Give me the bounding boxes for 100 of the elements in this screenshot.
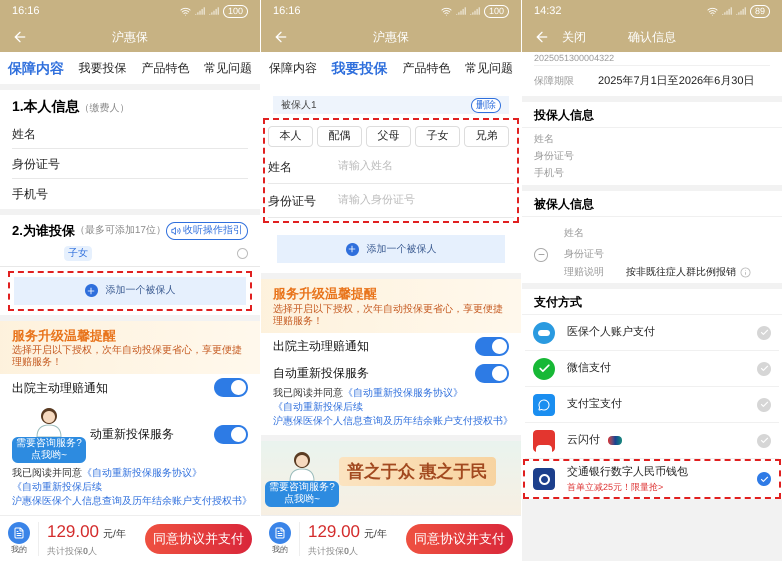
- toggle-label: 自动重新投保服务: [273, 365, 370, 382]
- radio-button[interactable]: [237, 248, 248, 258]
- guide-button[interactable]: 收听操作指引: [166, 222, 248, 240]
- payment-label: 云闪付: [567, 433, 600, 448]
- add-insured-button[interactable]: 添加一个被保人: [14, 276, 246, 304]
- collapse-icon[interactable]: [534, 248, 548, 262]
- back-icon[interactable]: [534, 29, 550, 45]
- field-value: 2025年7月1日至2026年6月30日: [598, 74, 755, 89]
- payment-option[interactable]: 交通银行数字人民币钱包 首单立减25元！限量抢>: [525, 461, 779, 497]
- mine-label[interactable]: 我的: [272, 544, 288, 556]
- agreement-link[interactable]: 《自动重新投保后续: [12, 482, 102, 493]
- back-icon[interactable]: [273, 29, 289, 45]
- tab[interactable]: 保障内容: [8, 58, 64, 78]
- insured-count: 共计投保0人: [47, 544, 98, 558]
- agreement-link[interactable]: 《自动重新投保服务协议》: [82, 468, 202, 479]
- bank-icon: [533, 468, 555, 490]
- page-title: 确认信息: [628, 29, 676, 46]
- toggle-switch[interactable]: [475, 336, 509, 356]
- payment-option[interactable]: 微信支付: [525, 351, 779, 387]
- tab[interactable]: 产品特色: [402, 59, 450, 77]
- document-icon[interactable]: [269, 522, 291, 544]
- assistant-bubble[interactable]: 需要咨询服务? 点我哟~: [265, 480, 339, 506]
- assistant-text: 需要咨询服务?: [269, 482, 335, 494]
- insured-label: 被保人1: [281, 98, 317, 112]
- check-icon[interactable]: [757, 472, 771, 486]
- wifi-icon: [440, 6, 452, 16]
- relation-chip[interactable]: 本人: [268, 126, 313, 147]
- check-icon[interactable]: [757, 434, 771, 448]
- payment-option[interactable]: 云闪付: [525, 423, 779, 459]
- speaker-icon: [171, 226, 181, 236]
- relation-chip[interactable]: 配偶: [317, 126, 362, 147]
- tab[interactable]: 常见问题: [464, 59, 513, 77]
- pay-button[interactable]: 同意协议并支付: [406, 524, 513, 554]
- reminder-title: 服务升级温馨提醒: [273, 285, 378, 303]
- delete-button[interactable]: 删除: [471, 98, 501, 112]
- field-label: 姓名: [268, 158, 293, 176]
- check-icon[interactable]: [757, 362, 771, 376]
- field-label: 身份证号: [12, 156, 60, 172]
- payment-label: 微信支付: [567, 361, 611, 376]
- signal-icon: [470, 6, 480, 16]
- signal-icon: [208, 6, 219, 16]
- battery-level: 89: [750, 4, 770, 18]
- input-field[interactable]: 请输入身份证号: [338, 192, 514, 209]
- tab[interactable]: 我要投保: [332, 58, 388, 78]
- tab[interactable]: 保障内容: [269, 59, 317, 77]
- field-label: 姓名: [564, 228, 584, 239]
- payment-app-icon: [533, 430, 555, 452]
- check-icon[interactable]: [757, 398, 771, 412]
- assistant-bubble[interactable]: 需要咨询服务? 点我哟~: [12, 437, 86, 463]
- assistant-avatar-icon[interactable]: [34, 405, 64, 437]
- field-label: 理赔说明: [564, 266, 605, 280]
- field-label: 身份证号: [534, 150, 575, 164]
- section-heading: 2.为谁投保: [12, 222, 75, 240]
- relation-chip[interactable]: 子女: [415, 126, 460, 147]
- section-heading: 支付方式: [534, 294, 582, 310]
- agreement-link[interactable]: 沪惠保医保个人信息查询及历年结余账户支付授权书》: [273, 416, 513, 426]
- agreement-text: 我已阅读并同意: [273, 388, 343, 398]
- add-insured-button[interactable]: 添加一个被保人: [277, 235, 505, 263]
- relation-chip[interactable]: 父母: [366, 126, 411, 147]
- toggle-label: 出院主动理赔通知: [273, 338, 370, 355]
- price: 129.00: [47, 521, 99, 543]
- field-label: 手机号: [534, 166, 565, 181]
- medical-insurance-icon: [533, 322, 555, 344]
- payment-option[interactable]: 支付宝支付: [525, 387, 779, 423]
- price-unit: 元/年: [364, 528, 387, 542]
- tab[interactable]: 产品特色: [141, 59, 190, 77]
- agreement-link[interactable]: 《自动重新投保服务协议》: [343, 388, 463, 398]
- agreement-link[interactable]: 《自动重新投保后续: [273, 402, 363, 412]
- order-number: 2025051300004322: [534, 52, 614, 65]
- info-icon[interactable]: [740, 267, 751, 278]
- tab[interactable]: 我要投保: [78, 59, 127, 77]
- field-label: 手机号: [12, 186, 48, 203]
- assistant-text: 点我哟~: [31, 450, 67, 462]
- pay-button[interactable]: 同意协议并支付: [145, 524, 252, 554]
- signal-icon: [456, 6, 466, 16]
- input-field[interactable]: 请输入姓名: [338, 158, 514, 175]
- toggle-switch[interactable]: [475, 364, 509, 382]
- toggle-switch[interactable]: [214, 378, 248, 397]
- price: 129.00: [308, 521, 360, 543]
- battery-level: 100: [484, 4, 509, 18]
- reminder-title: 服务升级温馨提醒: [12, 326, 117, 344]
- member-tag: 子女: [64, 246, 92, 260]
- field-value: 按非既往症人群比例报销: [626, 266, 736, 280]
- payment-option[interactable]: 医保个人账户支付: [525, 315, 779, 351]
- field-label: 身份证号: [564, 248, 604, 262]
- tab[interactable]: 常见问题: [204, 59, 252, 77]
- relation-chip[interactable]: 兄弟: [464, 126, 509, 147]
- toggle-switch[interactable]: [214, 424, 248, 444]
- price-unit: 元/年: [103, 528, 126, 542]
- payment-label: 医保个人账户支付: [567, 324, 655, 340]
- payment-label: 支付宝支付: [567, 396, 622, 412]
- check-icon[interactable]: [757, 326, 771, 340]
- field-label: 姓名: [12, 126, 36, 142]
- mine-label[interactable]: 我的: [11, 544, 27, 556]
- agreement-link[interactable]: 沪惠保医保个人信息查询及历年结余账户支付授权书》: [12, 496, 252, 507]
- back-icon[interactable]: [12, 29, 28, 45]
- field-label: 保障期限: [534, 74, 574, 88]
- signal-icon: [194, 6, 205, 16]
- document-icon[interactable]: [8, 522, 30, 544]
- promo-text: 首单立减25元！限量抢>: [567, 480, 664, 494]
